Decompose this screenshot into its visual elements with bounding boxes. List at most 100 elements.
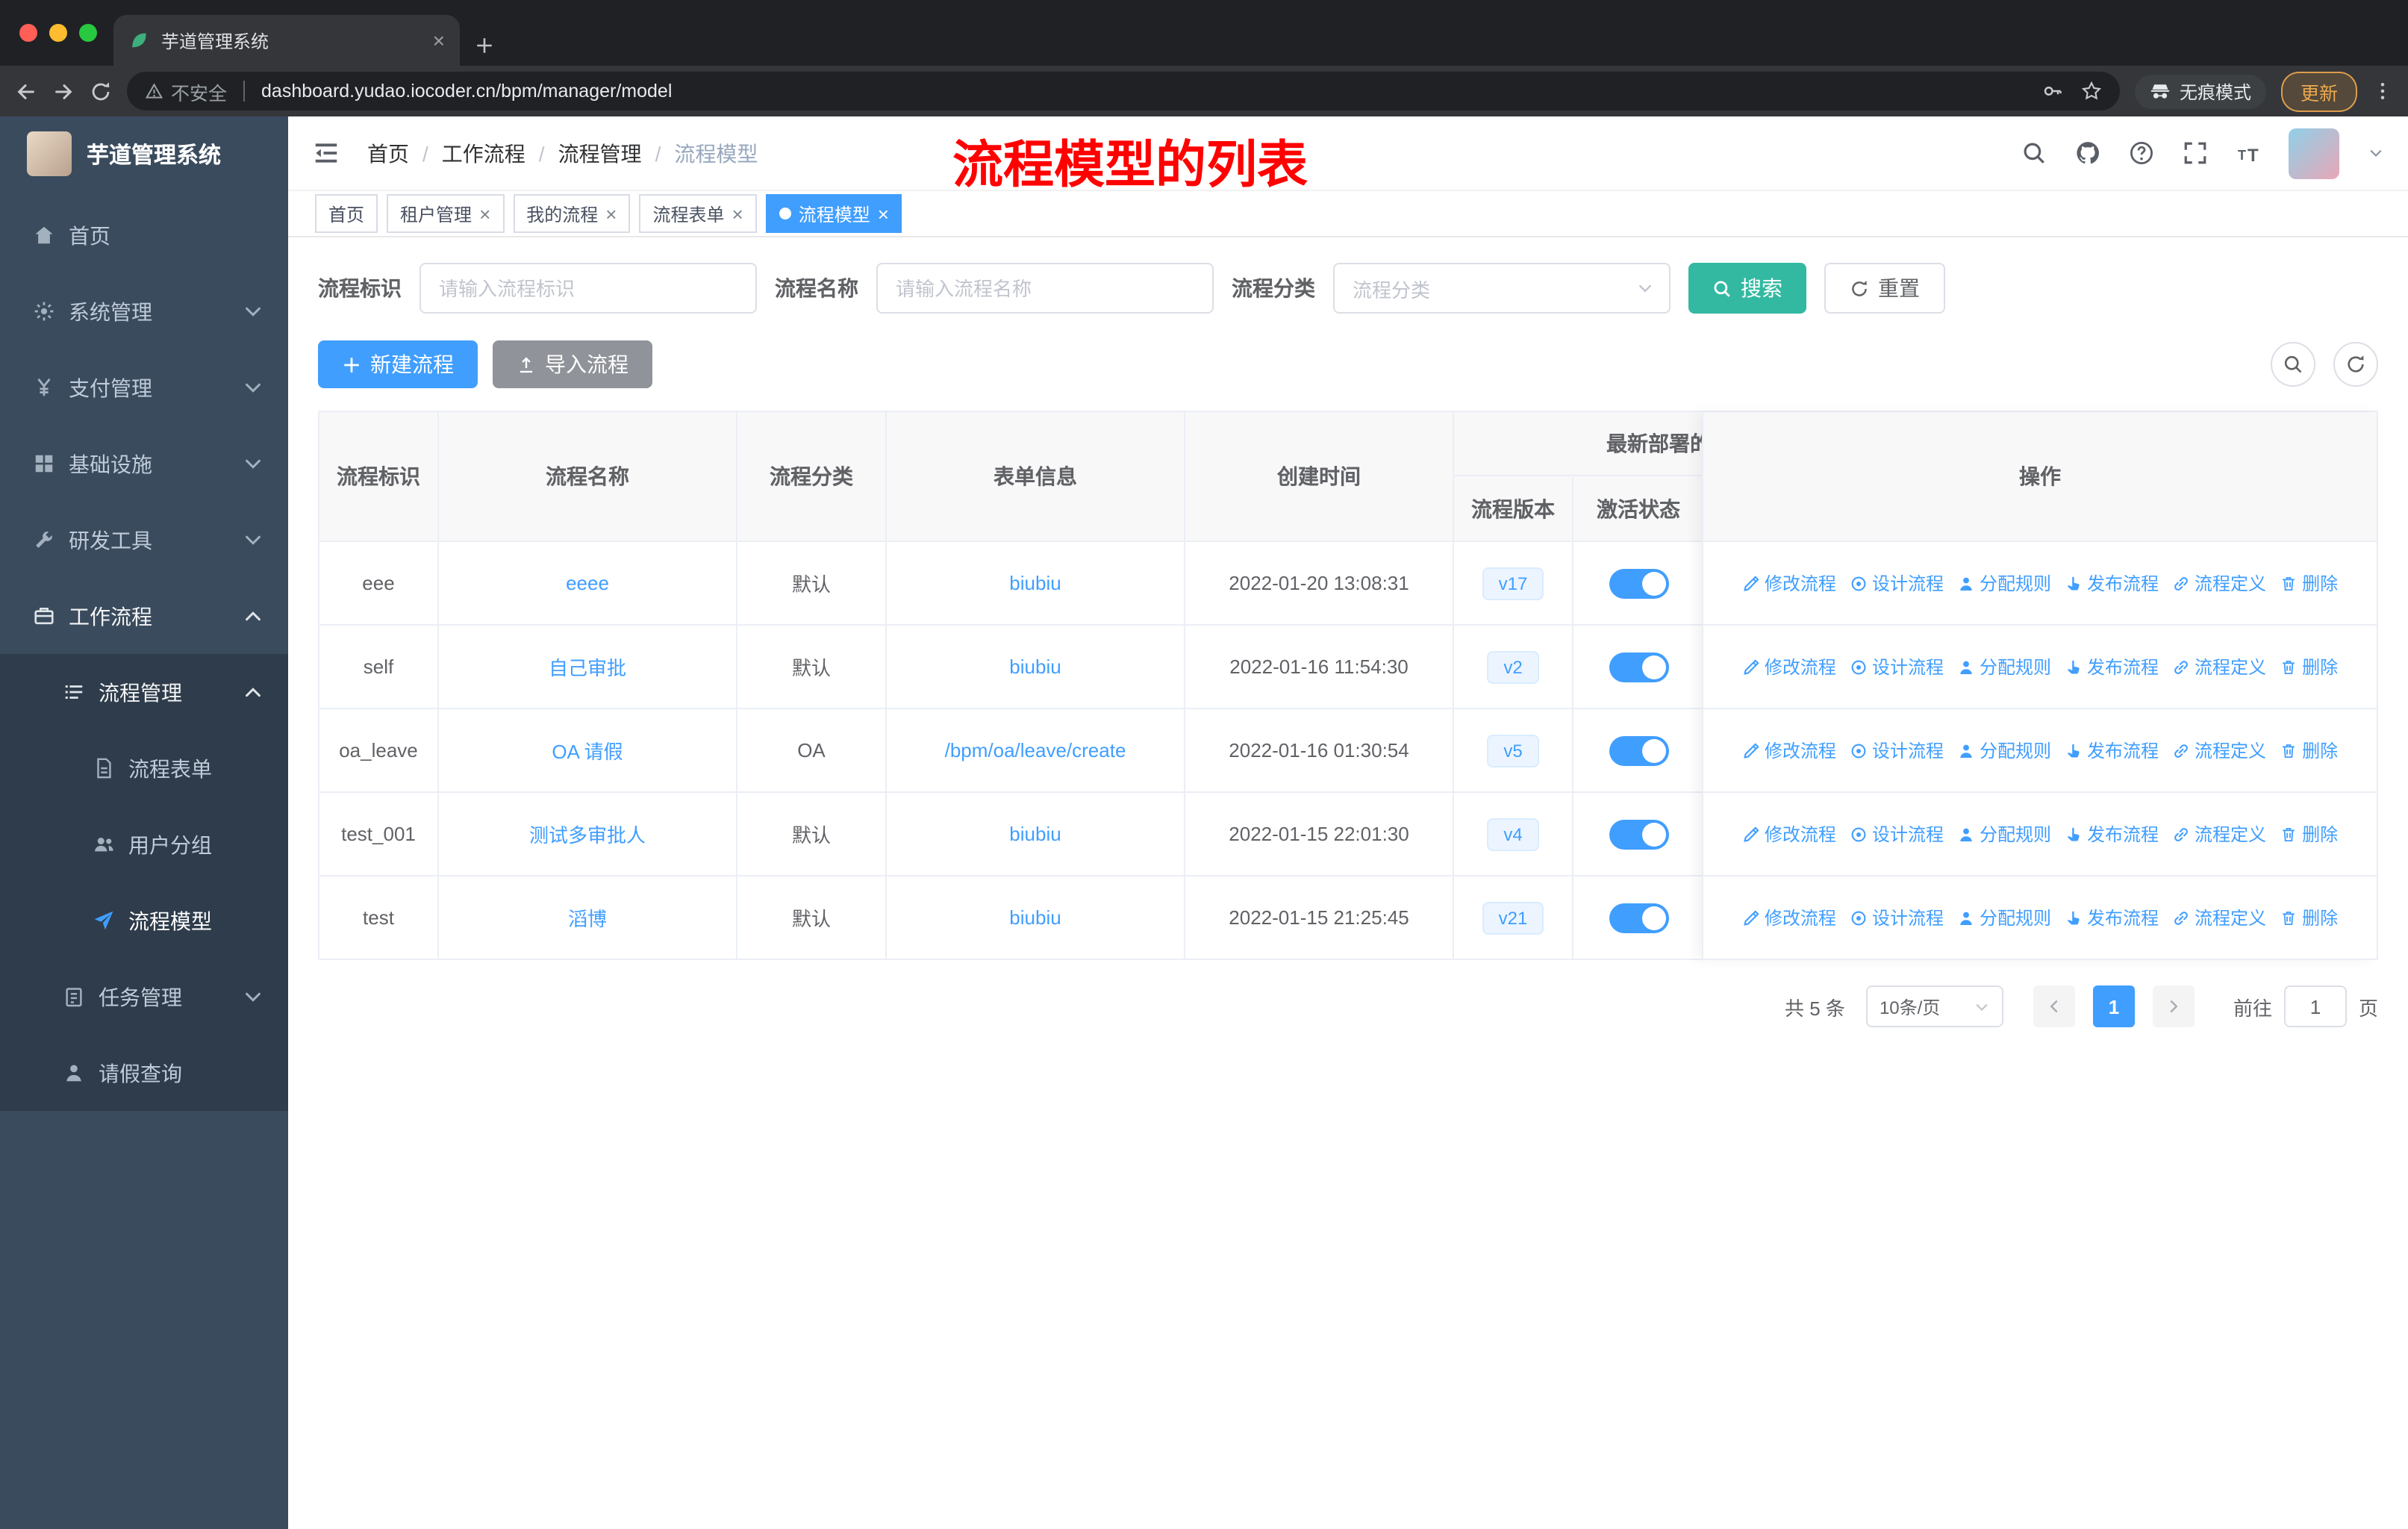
reload-icon[interactable] [90, 80, 112, 102]
action-delete-button[interactable]: 删除 [2280, 905, 2338, 930]
action-delete-button[interactable]: 删除 [2280, 821, 2338, 847]
tag-close-icon[interactable]: × [605, 202, 617, 225]
action-delete-button[interactable]: 删除 [2280, 570, 2338, 596]
help-icon[interactable] [2129, 140, 2154, 166]
hamburger-icon[interactable] [312, 139, 340, 167]
action-link-button[interactable]: 流程定义 [2172, 905, 2266, 930]
action-design-button[interactable]: 设计流程 [1850, 821, 1944, 847]
action-edit-button[interactable]: 修改流程 [1742, 654, 1836, 679]
user-avatar[interactable] [2289, 128, 2339, 178]
action-edit-button[interactable]: 修改流程 [1742, 738, 1836, 763]
import-process-button[interactable]: 导入流程 [493, 340, 652, 388]
sidebar-item[interactable]: 任务管理 [0, 959, 288, 1035]
action-design-button[interactable]: 设计流程 [1850, 570, 1944, 596]
breadcrumb-item[interactable]: 首页 [367, 138, 409, 168]
search-button[interactable]: 搜索 [1688, 263, 1806, 314]
sidebar-item[interactable]: 基础设施 [0, 426, 288, 502]
action-link-button[interactable]: 流程定义 [2172, 821, 2266, 847]
window-close-button[interactable] [19, 24, 37, 42]
sidebar-item[interactable]: 首页 [0, 197, 288, 273]
action-edit-button[interactable]: 修改流程 [1742, 905, 1836, 930]
browser-tab[interactable]: 芋道管理系统 × [113, 15, 460, 66]
goto-page-input[interactable] [2283, 985, 2347, 1027]
window-zoom-button[interactable] [79, 24, 97, 42]
tab-tag[interactable]: 租户管理 × [387, 194, 505, 233]
action-delete-button[interactable]: 删除 [2280, 738, 2338, 763]
process-name-input[interactable] [876, 263, 1214, 314]
action-design-button[interactable]: 设计流程 [1850, 654, 1944, 679]
update-button[interactable]: 更新 [2280, 71, 2357, 111]
breadcrumb-item[interactable]: 流程管理 [558, 138, 642, 168]
sidebar-item[interactable]: 支付管理 [0, 349, 288, 426]
create-process-button[interactable]: 新建流程 [318, 340, 478, 388]
action-link-button[interactable]: 流程定义 [2172, 738, 2266, 763]
github-icon[interactable] [2075, 140, 2100, 166]
form-info-link[interactable]: biubiu [1009, 823, 1061, 845]
tab-tag[interactable]: 流程表单 × [639, 194, 757, 233]
sidebar-item[interactable]: 流程管理 [0, 654, 288, 730]
new-tab-button[interactable] [475, 36, 494, 55]
page-size-select[interactable]: 10条/页 [1865, 985, 2003, 1027]
next-page-button[interactable] [2152, 985, 2195, 1027]
action-edit-button[interactable]: 修改流程 [1742, 570, 1836, 596]
sidebar-item[interactable]: 流程模型 [0, 882, 288, 959]
sidebar-item[interactable]: 请假查询 [0, 1035, 288, 1111]
action-link-button[interactable]: 流程定义 [2172, 570, 2266, 596]
form-info-link[interactable]: biubiu [1009, 906, 1061, 929]
active-toggle[interactable] [1609, 652, 1668, 682]
process-key-input[interactable] [419, 263, 757, 314]
tab-tag[interactable]: 我的流程 × [513, 194, 631, 233]
action-publish-button[interactable]: 发布流程 [2065, 905, 2159, 930]
action-assign-button[interactable]: 分配规则 [1957, 654, 2051, 679]
sidebar-item[interactable]: 研发工具 [0, 502, 288, 578]
font-size-icon[interactable]: TT [2236, 141, 2260, 165]
active-toggle[interactable] [1609, 903, 1668, 932]
action-design-button[interactable]: 设计流程 [1850, 905, 1944, 930]
sidebar-item[interactable]: 系统管理 [0, 273, 288, 349]
bookmark-star-icon[interactable] [2081, 81, 2102, 102]
tab-close-icon[interactable]: × [433, 28, 445, 52]
action-delete-button[interactable]: 删除 [2280, 654, 2338, 679]
tag-close-icon[interactable]: × [479, 202, 490, 225]
action-assign-button[interactable]: 分配规则 [1957, 905, 2051, 930]
action-assign-button[interactable]: 分配规则 [1957, 738, 2051, 763]
tag-close-icon[interactable]: × [878, 202, 889, 225]
current-page-button[interactable]: 1 [2092, 985, 2135, 1027]
search-icon[interactable] [2021, 140, 2047, 166]
form-info-link[interactable]: biubiu [1009, 655, 1061, 678]
app-logo[interactable]: 芋道管理系统 [0, 116, 288, 191]
sidebar-item[interactable]: 工作流程 [0, 578, 288, 654]
action-publish-button[interactable]: 发布流程 [2065, 654, 2159, 679]
toggle-search-button[interactable] [2271, 342, 2315, 387]
process-name-link[interactable]: 测试多审批人 [529, 820, 646, 848]
form-info-link[interactable]: /bpm/oa/leave/create [945, 739, 1126, 762]
prev-page-button[interactable] [2033, 985, 2075, 1027]
action-publish-button[interactable]: 发布流程 [2065, 738, 2159, 763]
action-design-button[interactable]: 设计流程 [1850, 738, 1944, 763]
security-status[interactable]: 不安全 [145, 77, 227, 105]
sidebar-item[interactable]: 用户分组 [0, 806, 288, 882]
sidebar-item[interactable]: 流程表单 [0, 730, 288, 806]
address-bar[interactable]: 不安全 dashboard.yudao.iocoder.cn/bpm/manag… [127, 72, 2120, 110]
refresh-table-button[interactable] [2333, 342, 2378, 387]
action-assign-button[interactable]: 分配规则 [1957, 821, 2051, 847]
forward-icon[interactable] [52, 80, 75, 102]
breadcrumb-item[interactable]: 工作流程 [442, 138, 525, 168]
form-info-link[interactable]: biubiu [1009, 572, 1061, 594]
active-toggle[interactable] [1609, 568, 1668, 598]
process-name-link[interactable]: eeee [566, 572, 609, 594]
active-toggle[interactable] [1609, 735, 1668, 765]
active-toggle[interactable] [1609, 819, 1668, 849]
fullscreen-icon[interactable] [2183, 140, 2208, 166]
tab-tag[interactable]: 流程模型 × [765, 194, 902, 233]
reset-button[interactable]: 重置 [1824, 263, 1945, 314]
process-name-link[interactable]: OA 请假 [552, 736, 623, 764]
browser-menu-icon[interactable] [2372, 81, 2393, 102]
action-publish-button[interactable]: 发布流程 [2065, 570, 2159, 596]
process-name-link[interactable]: 滔博 [568, 903, 607, 932]
action-edit-button[interactable]: 修改流程 [1742, 821, 1836, 847]
action-publish-button[interactable]: 发布流程 [2065, 821, 2159, 847]
process-name-link[interactable]: 自己审批 [549, 653, 626, 681]
process-category-select[interactable]: 流程分类 [1333, 263, 1671, 314]
tag-close-icon[interactable]: × [732, 202, 743, 225]
